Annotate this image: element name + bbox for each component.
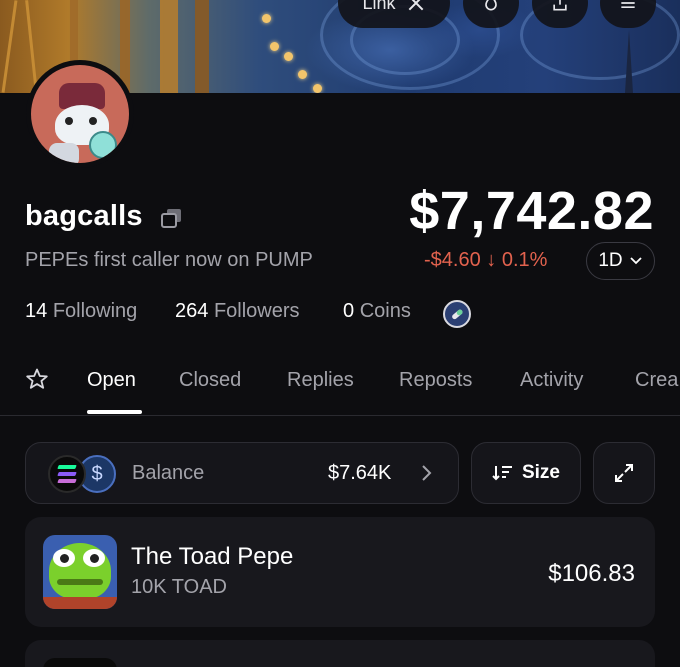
stat-followers[interactable]: 264 Followers [175, 300, 300, 323]
solana-icon [48, 455, 86, 493]
tab-bar: Open Closed Replies Reposts Activity Cre… [0, 350, 680, 416]
link-label: Link [362, 0, 396, 13]
pill-badge-icon[interactable] [443, 300, 471, 328]
star-icon[interactable] [25, 367, 49, 391]
size-sort-button[interactable]: Size [471, 442, 581, 504]
menu-icon [621, 2, 635, 8]
x-icon [408, 0, 423, 11]
stat-count: 14 [25, 300, 48, 322]
range-label: 1D [598, 250, 623, 271]
tab-closed[interactable]: Closed [179, 369, 241, 392]
copy-icon[interactable] [161, 208, 183, 228]
stat-label: Followers [213, 300, 300, 322]
tab-activity[interactable]: Activity [520, 369, 583, 392]
expand-button[interactable] [593, 442, 655, 504]
stat-following[interactable]: 14 Following [25, 300, 137, 323]
balance-value: $7.64K [328, 462, 392, 484]
tab-created[interactable]: Crea [635, 369, 678, 392]
size-label: Size [521, 462, 561, 483]
share-icon [553, 0, 567, 11]
active-tab-indicator [87, 410, 142, 414]
range-selector[interactable]: 1D [586, 242, 655, 280]
avatar-image [31, 65, 129, 163]
sort-icon [492, 466, 512, 481]
flame-icon [485, 0, 497, 11]
portfolio-value: $7,742.82 [409, 181, 654, 241]
stat-coins[interactable]: 0 Coins [343, 300, 411, 323]
token-logo [43, 658, 117, 667]
link-button[interactable]: Link [338, 0, 450, 28]
stat-count: 264 [175, 300, 209, 322]
username: bagcalls [25, 200, 143, 232]
portfolio-change: -$4.60 ↓ 0.1% [424, 249, 548, 271]
stat-count: 0 [343, 300, 355, 322]
expand-icon [615, 464, 633, 482]
balance-card[interactable]: $ Balance $7.64K [25, 442, 459, 504]
profile-bio: PEPEs first caller now on PUMP [25, 249, 313, 271]
avatar[interactable] [26, 60, 134, 168]
balance-label: Balance [132, 462, 205, 484]
token-logo [43, 535, 117, 609]
token-amount: 10K TOAD [131, 576, 227, 598]
chevron-down-icon [630, 257, 642, 265]
token-name: The Toad Pepe [131, 543, 294, 570]
tab-reposts[interactable]: Reposts [399, 369, 472, 392]
tab-replies[interactable]: Replies [287, 369, 354, 392]
chevron-right-icon [422, 465, 432, 481]
tab-open[interactable]: Open [87, 369, 136, 392]
token-value: $106.83 [548, 560, 635, 587]
holding-row[interactable]: The Toad Pepe 10K TOAD $106.83 [25, 517, 655, 627]
stat-label: Following [52, 300, 138, 322]
holding-row[interactable] [25, 640, 655, 667]
stat-label: Coins [359, 300, 411, 322]
